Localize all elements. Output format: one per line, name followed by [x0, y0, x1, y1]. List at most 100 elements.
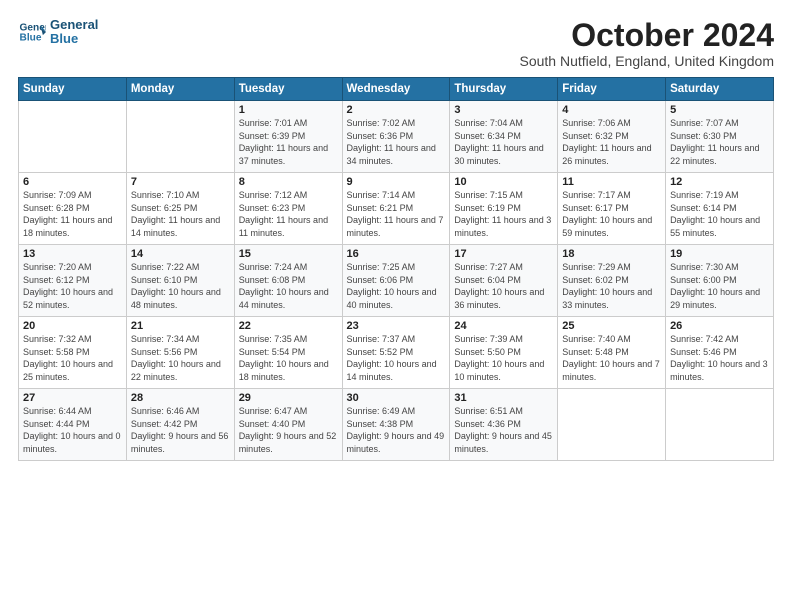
- day-number: 19: [670, 248, 769, 260]
- day-info: Sunrise: 6:46 AM Sunset: 4:42 PM Dayligh…: [131, 405, 230, 455]
- title-block: October 2024 South Nutfield, England, Un…: [520, 18, 775, 69]
- calendar-cell: 10Sunrise: 7:15 AM Sunset: 6:19 PM Dayli…: [450, 173, 558, 245]
- day-number: 28: [131, 392, 230, 404]
- day-number: 21: [131, 320, 230, 332]
- weekday-header: Saturday: [666, 78, 774, 101]
- calendar-cell: 19Sunrise: 7:30 AM Sunset: 6:00 PM Dayli…: [666, 245, 774, 317]
- calendar-cell: 22Sunrise: 7:35 AM Sunset: 5:54 PM Dayli…: [234, 317, 342, 389]
- calendar-cell: 18Sunrise: 7:29 AM Sunset: 6:02 PM Dayli…: [558, 245, 666, 317]
- day-info: Sunrise: 7:12 AM Sunset: 6:23 PM Dayligh…: [239, 189, 338, 239]
- logo-general: General: [50, 18, 98, 32]
- day-number: 7: [131, 176, 230, 188]
- logo-icon: General Blue: [18, 18, 46, 46]
- calendar-cell: 8Sunrise: 7:12 AM Sunset: 6:23 PM Daylig…: [234, 173, 342, 245]
- calendar-cell: 21Sunrise: 7:34 AM Sunset: 5:56 PM Dayli…: [126, 317, 234, 389]
- day-number: 29: [239, 392, 338, 404]
- day-info: Sunrise: 7:29 AM Sunset: 6:02 PM Dayligh…: [562, 261, 661, 311]
- day-number: 13: [23, 248, 122, 260]
- calendar-cell: 2Sunrise: 7:02 AM Sunset: 6:36 PM Daylig…: [342, 101, 450, 173]
- day-number: 16: [347, 248, 446, 260]
- day-number: 2: [347, 104, 446, 116]
- day-info: Sunrise: 6:49 AM Sunset: 4:38 PM Dayligh…: [347, 405, 446, 455]
- day-number: 25: [562, 320, 661, 332]
- calendar-cell: 26Sunrise: 7:42 AM Sunset: 5:46 PM Dayli…: [666, 317, 774, 389]
- month-title: October 2024: [520, 18, 775, 53]
- calendar-cell: 20Sunrise: 7:32 AM Sunset: 5:58 PM Dayli…: [19, 317, 127, 389]
- day-number: 5: [670, 104, 769, 116]
- calendar-cell: 16Sunrise: 7:25 AM Sunset: 6:06 PM Dayli…: [342, 245, 450, 317]
- calendar-week-row: 27Sunrise: 6:44 AM Sunset: 4:44 PM Dayli…: [19, 389, 774, 461]
- day-number: 11: [562, 176, 661, 188]
- calendar-week-row: 13Sunrise: 7:20 AM Sunset: 6:12 PM Dayli…: [19, 245, 774, 317]
- day-info: Sunrise: 7:17 AM Sunset: 6:17 PM Dayligh…: [562, 189, 661, 239]
- calendar-cell: 30Sunrise: 6:49 AM Sunset: 4:38 PM Dayli…: [342, 389, 450, 461]
- day-info: Sunrise: 6:44 AM Sunset: 4:44 PM Dayligh…: [23, 405, 122, 455]
- day-number: 30: [347, 392, 446, 404]
- day-number: 27: [23, 392, 122, 404]
- day-number: 20: [23, 320, 122, 332]
- day-number: 24: [454, 320, 553, 332]
- day-number: 14: [131, 248, 230, 260]
- day-number: 26: [670, 320, 769, 332]
- day-number: 22: [239, 320, 338, 332]
- day-info: Sunrise: 7:04 AM Sunset: 6:34 PM Dayligh…: [454, 117, 553, 167]
- day-number: 18: [562, 248, 661, 260]
- calendar-cell: [19, 101, 127, 173]
- svg-text:Blue: Blue: [20, 33, 42, 44]
- weekday-header: Sunday: [19, 78, 127, 101]
- calendar-cell: 15Sunrise: 7:24 AM Sunset: 6:08 PM Dayli…: [234, 245, 342, 317]
- day-info: Sunrise: 7:01 AM Sunset: 6:39 PM Dayligh…: [239, 117, 338, 167]
- day-info: Sunrise: 7:09 AM Sunset: 6:28 PM Dayligh…: [23, 189, 122, 239]
- calendar-cell: 9Sunrise: 7:14 AM Sunset: 6:21 PM Daylig…: [342, 173, 450, 245]
- day-info: Sunrise: 7:42 AM Sunset: 5:46 PM Dayligh…: [670, 333, 769, 383]
- calendar-cell: 12Sunrise: 7:19 AM Sunset: 6:14 PM Dayli…: [666, 173, 774, 245]
- day-number: 9: [347, 176, 446, 188]
- calendar-week-row: 1Sunrise: 7:01 AM Sunset: 6:39 PM Daylig…: [19, 101, 774, 173]
- day-info: Sunrise: 7:40 AM Sunset: 5:48 PM Dayligh…: [562, 333, 661, 383]
- calendar-cell: [666, 389, 774, 461]
- day-info: Sunrise: 7:19 AM Sunset: 6:14 PM Dayligh…: [670, 189, 769, 239]
- day-info: Sunrise: 7:07 AM Sunset: 6:30 PM Dayligh…: [670, 117, 769, 167]
- day-info: Sunrise: 7:34 AM Sunset: 5:56 PM Dayligh…: [131, 333, 230, 383]
- weekday-header: Monday: [126, 78, 234, 101]
- day-info: Sunrise: 7:15 AM Sunset: 6:19 PM Dayligh…: [454, 189, 553, 239]
- day-number: 23: [347, 320, 446, 332]
- calendar-cell: 6Sunrise: 7:09 AM Sunset: 6:28 PM Daylig…: [19, 173, 127, 245]
- weekday-header: Tuesday: [234, 78, 342, 101]
- calendar-cell: 27Sunrise: 6:44 AM Sunset: 4:44 PM Dayli…: [19, 389, 127, 461]
- day-info: Sunrise: 7:27 AM Sunset: 6:04 PM Dayligh…: [454, 261, 553, 311]
- weekday-header: Friday: [558, 78, 666, 101]
- weekday-header: Wednesday: [342, 78, 450, 101]
- calendar-cell: 4Sunrise: 7:06 AM Sunset: 6:32 PM Daylig…: [558, 101, 666, 173]
- calendar-cell: [126, 101, 234, 173]
- day-info: Sunrise: 6:47 AM Sunset: 4:40 PM Dayligh…: [239, 405, 338, 455]
- logo-blue: Blue: [50, 32, 98, 46]
- calendar-cell: 17Sunrise: 7:27 AM Sunset: 6:04 PM Dayli…: [450, 245, 558, 317]
- calendar-cell: 14Sunrise: 7:22 AM Sunset: 6:10 PM Dayli…: [126, 245, 234, 317]
- calendar-cell: 7Sunrise: 7:10 AM Sunset: 6:25 PM Daylig…: [126, 173, 234, 245]
- day-number: 1: [239, 104, 338, 116]
- calendar-cell: 31Sunrise: 6:51 AM Sunset: 4:36 PM Dayli…: [450, 389, 558, 461]
- location: South Nutfield, England, United Kingdom: [520, 53, 775, 69]
- weekday-header-row: SundayMondayTuesdayWednesdayThursdayFrid…: [19, 78, 774, 101]
- day-info: Sunrise: 7:20 AM Sunset: 6:12 PM Dayligh…: [23, 261, 122, 311]
- day-info: Sunrise: 7:37 AM Sunset: 5:52 PM Dayligh…: [347, 333, 446, 383]
- calendar-table: SundayMondayTuesdayWednesdayThursdayFrid…: [18, 77, 774, 461]
- weekday-header: Thursday: [450, 78, 558, 101]
- day-number: 15: [239, 248, 338, 260]
- day-number: 12: [670, 176, 769, 188]
- day-info: Sunrise: 7:35 AM Sunset: 5:54 PM Dayligh…: [239, 333, 338, 383]
- calendar-cell: 1Sunrise: 7:01 AM Sunset: 6:39 PM Daylig…: [234, 101, 342, 173]
- calendar-cell: 24Sunrise: 7:39 AM Sunset: 5:50 PM Dayli…: [450, 317, 558, 389]
- day-number: 3: [454, 104, 553, 116]
- calendar-cell: 23Sunrise: 7:37 AM Sunset: 5:52 PM Dayli…: [342, 317, 450, 389]
- calendar-cell: [558, 389, 666, 461]
- day-info: Sunrise: 7:25 AM Sunset: 6:06 PM Dayligh…: [347, 261, 446, 311]
- logo: General Blue General Blue General Blue: [18, 18, 98, 47]
- day-info: Sunrise: 7:06 AM Sunset: 6:32 PM Dayligh…: [562, 117, 661, 167]
- calendar-cell: 11Sunrise: 7:17 AM Sunset: 6:17 PM Dayli…: [558, 173, 666, 245]
- calendar-cell: 29Sunrise: 6:47 AM Sunset: 4:40 PM Dayli…: [234, 389, 342, 461]
- header: General Blue General Blue General Blue O…: [18, 18, 774, 69]
- day-number: 10: [454, 176, 553, 188]
- calendar-week-row: 20Sunrise: 7:32 AM Sunset: 5:58 PM Dayli…: [19, 317, 774, 389]
